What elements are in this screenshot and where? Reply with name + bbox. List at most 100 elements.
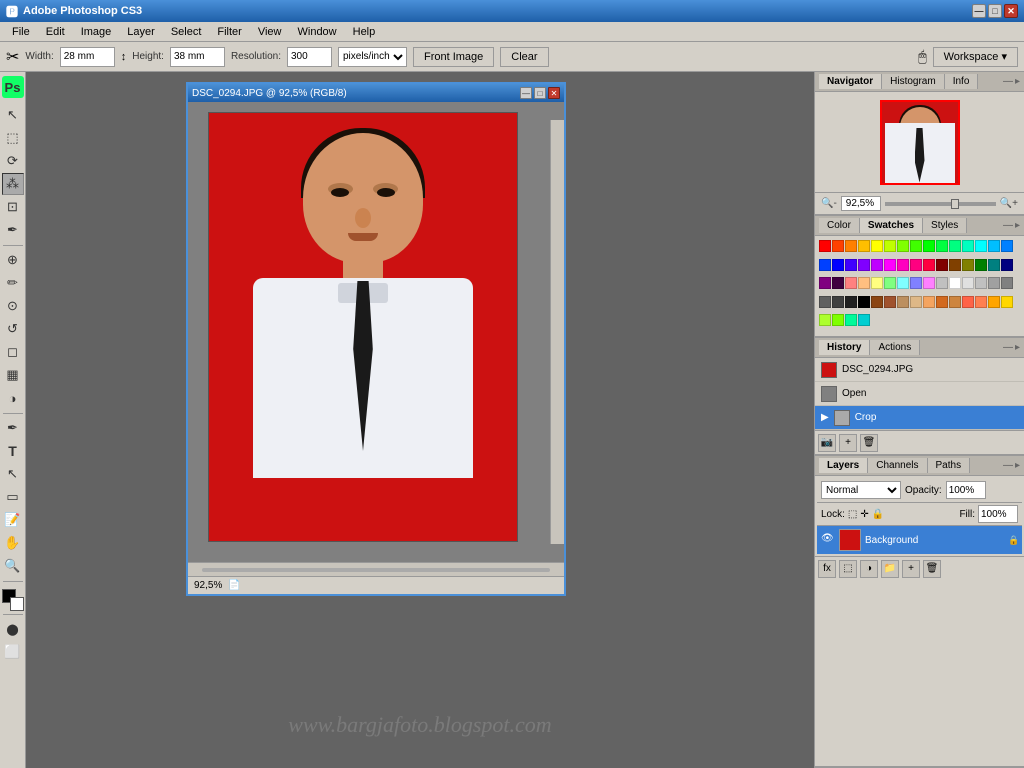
layers-collapse-button[interactable]: —: [1003, 460, 1013, 471]
color-swatch[interactable]: [897, 259, 909, 271]
history-brush-tool[interactable]: ↺: [2, 318, 24, 340]
color-swatch[interactable]: [975, 296, 987, 308]
move-tool[interactable]: ↖: [2, 104, 24, 126]
pen-tool[interactable]: ✒: [2, 417, 24, 439]
zoom-tool[interactable]: 🔍: [2, 555, 24, 577]
color-swatch[interactable]: [910, 259, 922, 271]
fg-bg-colors[interactable]: [2, 589, 24, 611]
workspace-button[interactable]: Workspace ▾: [933, 47, 1018, 67]
layer-opacity-input[interactable]: [946, 481, 986, 499]
color-swatch[interactable]: [884, 259, 896, 271]
notes-tool[interactable]: 📝: [2, 509, 24, 531]
screen-mode-tool[interactable]: ⬜: [2, 641, 24, 663]
color-swatch[interactable]: [936, 296, 948, 308]
menu-view[interactable]: View: [250, 24, 290, 40]
layer-visibility-icon[interactable]: 👁: [821, 533, 835, 547]
path-selection-tool[interactable]: ↖: [2, 463, 24, 485]
menu-layer[interactable]: Layer: [119, 24, 163, 40]
color-swatch[interactable]: [845, 296, 857, 308]
color-swatch[interactable]: [988, 296, 1000, 308]
width-input[interactable]: [60, 47, 115, 67]
menu-filter[interactable]: Filter: [209, 24, 249, 40]
color-swatch[interactable]: [949, 240, 961, 252]
color-swatch[interactable]: [884, 277, 896, 289]
document-scrollbar-vertical[interactable]: [550, 120, 564, 544]
color-swatch[interactable]: [962, 240, 974, 252]
color-swatch[interactable]: [910, 296, 922, 308]
color-swatch[interactable]: [1001, 277, 1013, 289]
color-swatch[interactable]: [975, 259, 987, 271]
menu-image[interactable]: Image: [73, 24, 120, 40]
layer-mask-button[interactable]: ⬚: [839, 560, 857, 578]
color-swatch[interactable]: [819, 240, 831, 252]
type-tool[interactable]: T: [2, 440, 24, 462]
menu-edit[interactable]: Edit: [38, 24, 73, 40]
color-swatch[interactable]: [858, 259, 870, 271]
history-item-open[interactable]: DSC_0294.JPG: [815, 358, 1024, 382]
color-swatch[interactable]: [832, 296, 844, 308]
color-swatch[interactable]: [897, 277, 909, 289]
resolution-unit-select[interactable]: pixels/inch pixels/cm: [338, 47, 407, 67]
gradient-tool[interactable]: ▦: [2, 364, 24, 386]
color-swatch[interactable]: [936, 277, 948, 289]
brush-tool[interactable]: ✏: [2, 272, 24, 294]
zoom-slider[interactable]: [885, 202, 996, 206]
color-swatch[interactable]: [858, 277, 870, 289]
lock-pixels-icon[interactable]: ⬚: [848, 509, 857, 520]
color-swatch[interactable]: [1001, 296, 1013, 308]
color-swatch[interactable]: [845, 259, 857, 271]
zoom-input[interactable]: [841, 196, 881, 211]
color-swatch[interactable]: [962, 259, 974, 271]
background-color[interactable]: [10, 597, 24, 611]
marquee-tool[interactable]: ⬚: [2, 127, 24, 149]
color-swatch[interactable]: [858, 314, 870, 326]
doc-maximize-button[interactable]: □: [534, 87, 546, 99]
color-swatch[interactable]: [897, 240, 909, 252]
color-swatch[interactable]: [910, 240, 922, 252]
clear-button[interactable]: Clear: [500, 47, 548, 67]
color-swatch[interactable]: [858, 296, 870, 308]
color-swatch[interactable]: [936, 259, 948, 271]
color-swatch[interactable]: [832, 314, 844, 326]
tab-layers[interactable]: Layers: [819, 458, 868, 473]
shape-tool[interactable]: ▭: [2, 486, 24, 508]
color-swatch[interactable]: [923, 277, 935, 289]
layer-item-background[interactable]: 👁 Background 🔒: [817, 526, 1022, 554]
color-swatch[interactable]: [988, 277, 1000, 289]
color-swatch[interactable]: [897, 296, 909, 308]
eyedropper-tool[interactable]: ✒: [2, 219, 24, 241]
color-swatch[interactable]: [819, 259, 831, 271]
menu-select[interactable]: Select: [163, 24, 210, 40]
color-swatch[interactable]: [832, 259, 844, 271]
navigator-menu-button[interactable]: ▸: [1015, 76, 1020, 87]
layer-fill-input[interactable]: [978, 505, 1018, 523]
color-swatch[interactable]: [832, 277, 844, 289]
eraser-tool[interactable]: ◻: [2, 341, 24, 363]
history-new-button[interactable]: +: [839, 434, 857, 452]
color-swatch[interactable]: [923, 240, 935, 252]
stamp-tool[interactable]: ⊙: [2, 295, 24, 317]
hand-tool[interactable]: ✋: [2, 532, 24, 554]
lock-move-icon[interactable]: ✛: [860, 509, 868, 520]
doc-close-button[interactable]: ✕: [548, 87, 560, 99]
history-delete-button[interactable]: 🗑: [860, 434, 878, 452]
color-swatch[interactable]: [871, 240, 883, 252]
color-swatch[interactable]: [975, 277, 987, 289]
color-swatch[interactable]: [949, 296, 961, 308]
history-item-open2[interactable]: Open: [815, 382, 1024, 406]
history-item-crop[interactable]: ▶ Crop: [815, 406, 1024, 430]
tab-actions[interactable]: Actions: [870, 340, 920, 355]
color-swatch[interactable]: [819, 277, 831, 289]
color-swatch[interactable]: [884, 240, 896, 252]
color-swatch[interactable]: [910, 277, 922, 289]
quick-mask-tool[interactable]: ⬤: [2, 618, 24, 640]
layer-mode-select[interactable]: Normal Multiply Screen: [821, 481, 901, 499]
color-swatch[interactable]: [845, 277, 857, 289]
color-menu-button[interactable]: ▸: [1015, 220, 1020, 231]
color-swatch[interactable]: [819, 296, 831, 308]
layer-style-button[interactable]: fx: [818, 560, 836, 578]
color-swatch[interactable]: [845, 240, 857, 252]
tab-history[interactable]: History: [819, 340, 870, 355]
color-swatch[interactable]: [962, 296, 974, 308]
document-scrollbar-horizontal[interactable]: [188, 562, 564, 576]
